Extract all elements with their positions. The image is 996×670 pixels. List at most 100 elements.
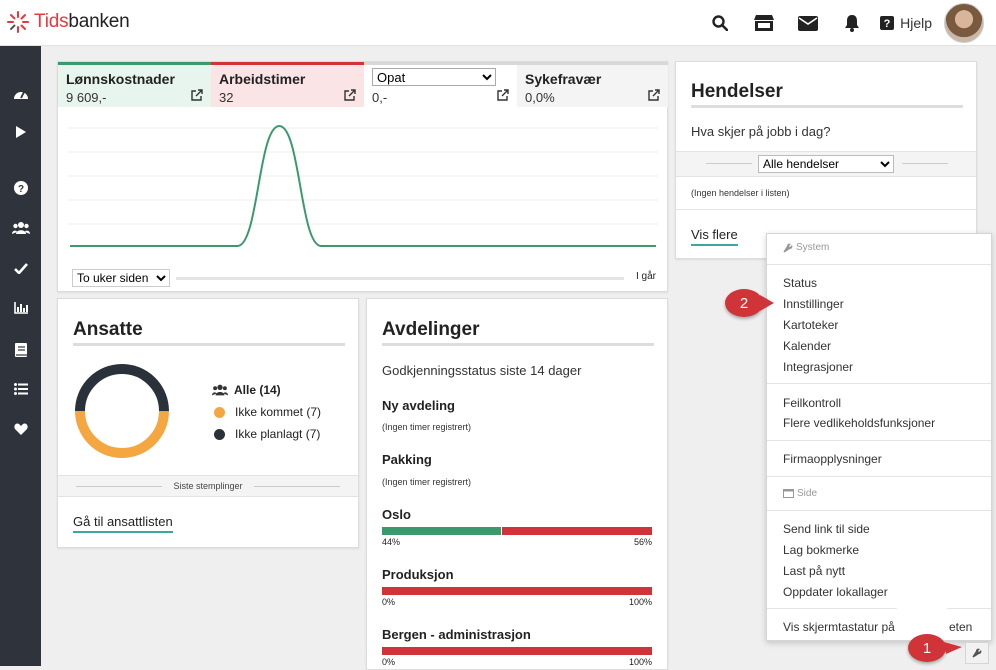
- logo-icon: [6, 10, 30, 34]
- siste-stemplinger-bar: Siste stemplinger: [58, 475, 358, 497]
- sidebar: ?: [0, 46, 41, 666]
- hendelser-prompt[interactable]: Hva skjer på jobb i dag?: [691, 124, 830, 139]
- menu-item-oppdater-lokallager[interactable]: Oppdater lokallager: [783, 585, 888, 599]
- menu-item-vedlikehold[interactable]: Flere vedlikeholdsfunksjoner: [783, 416, 935, 430]
- menu-divider: [767, 383, 991, 384]
- external-link-icon[interactable]: [191, 89, 203, 101]
- chart-range-track: [176, 277, 624, 280]
- menu-item-kalender[interactable]: Kalender: [783, 339, 831, 353]
- callout-2: 2: [725, 289, 763, 317]
- kpi-value: 0,0%: [525, 90, 660, 105]
- legend-label: Ikke planlagt (7): [235, 427, 320, 441]
- legend-dot: [214, 429, 225, 440]
- list-icon[interactable]: [0, 379, 41, 399]
- legend-label: Alle (14): [234, 383, 281, 397]
- ansatte-legend: Alle (14) Ikke kommet (7) Ikke planlagt …: [212, 379, 321, 445]
- bell-icon[interactable]: [830, 0, 874, 46]
- menu-item-bokmerke[interactable]: Lag bokmerke: [783, 543, 859, 557]
- hendelser-card: Hendelser Hva skjer på jobb i dag? Alle …: [675, 61, 977, 259]
- menu-divider: [767, 476, 991, 477]
- kpi-arbeidstimer[interactable]: Arbeidstimer 32: [211, 62, 364, 107]
- department-name[interactable]: Ny avdeling: [382, 398, 455, 413]
- search-icon[interactable]: [698, 0, 742, 46]
- chart-end-label: I går: [636, 271, 656, 282]
- help-button[interactable]: ? Hjelp: [880, 15, 932, 31]
- legend-ikke-kommet[interactable]: Ikke kommet (7): [212, 401, 321, 423]
- external-link-icon[interactable]: [648, 89, 660, 101]
- question-icon: ?: [880, 16, 894, 30]
- hendelser-filter-bar: Alle hendelser: [676, 151, 976, 177]
- department-note: (Ingen timer registrert): [382, 477, 471, 487]
- legend-alle[interactable]: Alle (14): [212, 379, 321, 401]
- title-underline: [691, 105, 963, 108]
- app-name: Tidsbanken: [34, 11, 130, 33]
- filter-line: [902, 163, 948, 164]
- users-icon[interactable]: [0, 218, 41, 238]
- store-icon[interactable]: [742, 0, 786, 46]
- filter-line: [706, 163, 752, 164]
- kpi-title: Sykefravær: [525, 71, 660, 87]
- not-approved-bar: [502, 527, 652, 535]
- system-menu-toggle[interactable]: [965, 642, 989, 664]
- menu-item-innstillinger[interactable]: Innstillinger: [783, 297, 844, 311]
- menu-item-integrasjoner[interactable]: Integrasjoner: [783, 360, 853, 374]
- users-icon: [212, 384, 228, 396]
- external-link-icon[interactable]: [497, 89, 509, 101]
- vis-flere-link[interactable]: Vis flere: [691, 227, 738, 246]
- chart-footer: To uker siden I går: [72, 269, 656, 287]
- avatar[interactable]: [944, 3, 984, 43]
- hendelser-empty: (Ingen hendelser i listen): [691, 188, 790, 198]
- kpi-value: 32: [219, 90, 356, 105]
- dashboard-icon[interactable]: [0, 84, 41, 104]
- kpi-sykefravaer[interactable]: Sykefravær 0,0%: [517, 62, 668, 107]
- menu-item-feilkontroll[interactable]: Feilkontroll: [783, 396, 841, 410]
- menu-item-send-link[interactable]: Send link til side: [783, 522, 870, 536]
- app-logo[interactable]: Tidsbanken: [6, 10, 130, 34]
- kpi-value: 0,-: [372, 90, 509, 105]
- menu-item-status[interactable]: Status: [783, 276, 817, 290]
- svg-text:?: ?: [17, 184, 23, 195]
- divider: [676, 209, 976, 210]
- department-name[interactable]: Bergen - administrasjon: [382, 627, 531, 642]
- department-name[interactable]: Produksjon: [382, 567, 454, 582]
- title-underline: [73, 343, 345, 346]
- system-menu: System Status Innstillinger Kartoteker K…: [766, 233, 992, 641]
- top-bar: Tidsbanken ? Hjelp: [0, 0, 996, 46]
- menu-item-skjermtastatur[interactable]: Vis skjermtastatur på: [783, 620, 895, 634]
- kpi-lonnskostnader[interactable]: Lønnskostnader 9 609,-: [58, 62, 211, 107]
- question-circle-icon[interactable]: ?: [0, 178, 41, 198]
- book-icon[interactable]: [0, 340, 41, 360]
- kpi-opat[interactable]: Opat 0,-: [364, 62, 517, 107]
- menu-header-system: System: [783, 242, 829, 253]
- kpi-title: Arbeidstimer: [219, 71, 356, 87]
- legend-ikke-planlagt[interactable]: Ikke planlagt (7): [212, 423, 321, 445]
- menu-item-kartoteker[interactable]: Kartoteker: [783, 318, 838, 332]
- play-icon[interactable]: [0, 122, 41, 142]
- not-approved-bar: [382, 647, 652, 655]
- menu-header-label: Side: [797, 488, 817, 499]
- menu-item-firmaopplysninger[interactable]: Firmaopplysninger: [783, 452, 882, 466]
- chart-series-line: [70, 126, 656, 246]
- menu-item-skjermtastatur-tail[interactable]: eten: [949, 620, 972, 634]
- approved-pct: 44%: [382, 537, 400, 547]
- ansattlisten-link[interactable]: Gå til ansattlisten: [73, 514, 173, 533]
- check-icon[interactable]: [0, 258, 41, 278]
- svg-text:?: ?: [884, 18, 891, 30]
- bar-chart-icon[interactable]: [0, 298, 41, 318]
- mail-icon[interactable]: [786, 0, 830, 46]
- external-link-icon[interactable]: [344, 89, 356, 101]
- range-select[interactable]: To uker siden: [72, 269, 170, 287]
- department-note: (Ingen timer registrert): [382, 422, 471, 432]
- help-label: Hjelp: [900, 15, 932, 31]
- legend-dot: [214, 407, 225, 418]
- payroll-line-chart: [64, 108, 661, 268]
- department-name[interactable]: Pakking: [382, 452, 432, 467]
- hendelser-title: Hendelser: [691, 81, 783, 103]
- department-name[interactable]: Oslo: [382, 507, 411, 522]
- kpi-select[interactable]: Opat: [372, 68, 496, 86]
- hendelser-filter[interactable]: Alle hendelser: [758, 155, 894, 173]
- menu-item-last-pa-nytt[interactable]: Last på nytt: [783, 564, 845, 578]
- wrench-icon: [972, 648, 982, 658]
- heart-icon[interactable]: [0, 419, 41, 439]
- not-approved-bar: [382, 587, 652, 595]
